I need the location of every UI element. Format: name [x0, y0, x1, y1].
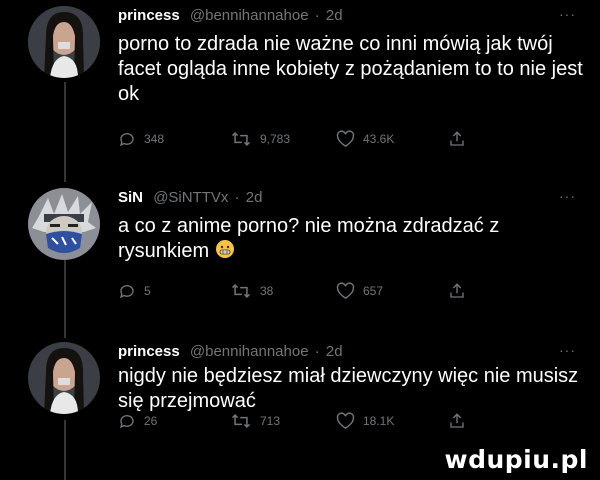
display-name[interactable]: princess [118, 7, 180, 24]
grimacing-face-emoji-icon [215, 240, 234, 258]
timestamp[interactable]: 2d [246, 189, 263, 206]
share-icon [450, 413, 464, 428]
retweet-icon [231, 283, 251, 299]
display-name[interactable]: SiN [118, 189, 143, 206]
share-button[interactable] [448, 130, 466, 148]
share-button[interactable] [448, 282, 466, 300]
more-options-button[interactable]: ··· [559, 188, 576, 204]
more-options-button[interactable]: ··· [559, 342, 576, 358]
avatar[interactable] [28, 188, 100, 260]
share-icon [450, 131, 464, 146]
reply-button[interactable]: 5 [118, 282, 151, 300]
tweet-header: princess @bennihannahoe · 2d [118, 6, 343, 26]
tweet-actions: 5 38 657 [118, 282, 538, 300]
retweet-count: 38 [260, 284, 274, 298]
like-button[interactable]: 18.1K [336, 412, 394, 430]
heart-icon [336, 282, 355, 299]
reply-icon [119, 133, 134, 147]
tweet-text: a co z anime porno? nie można zdradzać z… [118, 214, 588, 264]
like-button[interactable]: 657 [336, 282, 383, 300]
reply-button[interactable]: 348 [118, 130, 164, 148]
share-icon [450, 283, 464, 298]
reply-count: 26 [144, 414, 158, 428]
timestamp[interactable]: 2d [326, 343, 343, 360]
user-handle[interactable]: @SiNTTVx [153, 189, 228, 206]
like-count: 18.1K [363, 414, 395, 428]
more-options-button[interactable]: ··· [559, 6, 576, 22]
like-count: 43.6K [363, 132, 395, 146]
tweet[interactable]: princess @bennihannahoe · 2d ··· porno t… [0, 6, 600, 156]
retweet-button[interactable]: 9,783 [230, 130, 290, 148]
heart-icon [336, 412, 355, 429]
tweet-text: nigdy nie będziesz miał dziewczyny więc … [118, 365, 579, 412]
avatar[interactable] [28, 6, 100, 78]
user-handle[interactable]: @bennihannahoe [190, 343, 309, 360]
tweet-actions: 348 9,783 43.6K [118, 130, 538, 148]
retweet-icon [231, 413, 251, 429]
watermark: wdupiu.pl [444, 445, 588, 474]
retweet-icon [231, 131, 251, 147]
tweet[interactable]: SiN @SiNTTVx · 2d ··· a co z anime porno… [0, 188, 600, 308]
tweet-actions: 26 713 18.1K [118, 412, 538, 430]
reply-button[interactable]: 26 [118, 412, 157, 430]
tweet-text: porno to zdrada nie ważne co inni mówią … [118, 33, 583, 105]
tweet-header: princess @bennihannahoe · 2d [118, 342, 343, 362]
retweet-button[interactable]: 713 [230, 412, 280, 430]
user-handle[interactable]: @bennihannahoe [190, 7, 309, 24]
reply-count: 5 [144, 284, 151, 298]
heart-icon [336, 130, 355, 147]
reply-icon [119, 415, 134, 429]
retweet-count: 9,783 [260, 132, 291, 146]
separator: · [234, 189, 240, 206]
like-button[interactable]: 43.6K [336, 130, 394, 148]
separator: · [314, 343, 320, 360]
reply-count: 348 [144, 132, 165, 146]
reply-icon [119, 285, 134, 299]
tweet-header: SiN @SiNTTVx · 2d [118, 188, 262, 208]
share-button[interactable] [448, 412, 466, 430]
avatar[interactable] [28, 342, 100, 414]
separator: · [314, 7, 320, 24]
timestamp[interactable]: 2d [326, 7, 343, 24]
display-name[interactable]: princess [118, 343, 180, 360]
tweet-text-content: a co z anime porno? nie można zdradzać z… [118, 215, 500, 262]
like-count: 657 [363, 284, 384, 298]
retweet-button[interactable]: 38 [230, 282, 273, 300]
retweet-count: 713 [260, 414, 281, 428]
